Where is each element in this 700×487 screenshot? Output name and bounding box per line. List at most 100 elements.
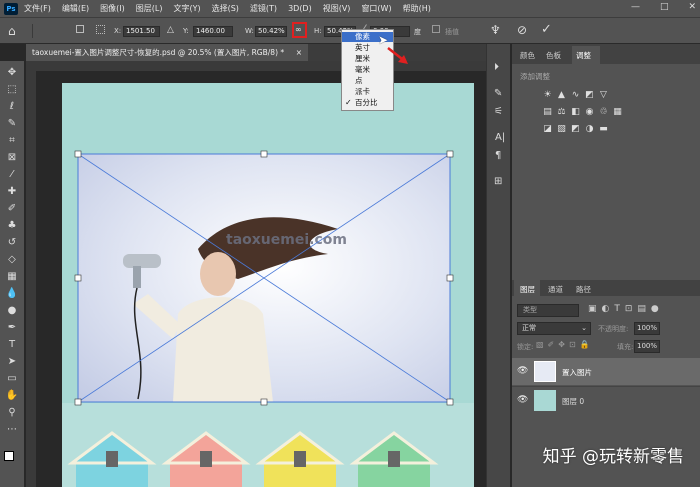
interpolation-label: 插值 <box>445 28 459 36</box>
levels-icon[interactable]: ▲ <box>556 90 567 100</box>
visibility-eye-icon[interactable]: 👁 <box>517 366 528 376</box>
red-arrow-annotation <box>387 47 408 64</box>
paragraph-panel-icon[interactable]: ¶ <box>495 150 501 161</box>
transform-bounding-box[interactable] <box>62 83 474 487</box>
tab-adjustments[interactable]: 调整 <box>576 50 591 61</box>
y-input[interactable]: 1460.00 <box>193 26 233 37</box>
pen-tool-icon[interactable]: ✒ <box>5 321 19 335</box>
color-balance-icon[interactable]: ⚖ <box>556 107 567 117</box>
photo-filter-icon[interactable]: ◉ <box>584 107 595 117</box>
tab-paths[interactable]: 路径 <box>576 284 591 295</box>
x-label: X: <box>114 27 122 35</box>
menu-select[interactable]: 选择(S) <box>212 3 239 14</box>
tab-swatches[interactable]: 色板 <box>546 50 561 61</box>
document-tab[interactable]: taoxuemei-置入图片调整尺寸-恢复的.psd @ 20.5% (置入图片… <box>26 44 308 61</box>
path-select-icon[interactable]: ➤ <box>5 355 19 369</box>
more-tools-icon[interactable]: ⋯ <box>5 423 19 437</box>
character-panel-icon[interactable]: A| <box>495 132 505 143</box>
type-tool-icon[interactable]: T <box>5 338 19 352</box>
maximize-button[interactable]: □ <box>660 2 669 12</box>
glyphs-panel-icon[interactable]: ⊞ <box>494 176 502 187</box>
menu-type[interactable]: 文字(Y) <box>173 3 200 14</box>
hand-tool-icon[interactable]: ✋ <box>5 389 19 403</box>
eyedropper-icon[interactable]: ⁄ <box>5 168 19 182</box>
layer-kind-filter[interactable]: 类型 <box>517 304 579 317</box>
home-icon[interactable]: ⌂ <box>8 24 16 38</box>
reference-grid-icon[interactable] <box>96 25 105 34</box>
visibility-eye-icon[interactable]: 👁 <box>517 395 528 405</box>
foreground-color-swatch[interactable] <box>4 451 14 461</box>
tab-layers[interactable]: 图层 <box>520 284 535 295</box>
brush-panel-icon[interactable]: ✎ <box>494 88 502 99</box>
healing-brush-icon[interactable]: ✚ <box>5 185 19 199</box>
move-tool-icon[interactable]: ✥ <box>5 66 19 80</box>
document-canvas[interactable]: taoxuemei.com <box>62 83 474 487</box>
blur-icon[interactable]: 💧 <box>5 287 19 301</box>
crop-tool-icon[interactable]: ⌗ <box>5 134 19 148</box>
reference-point-icon[interactable] <box>76 25 84 33</box>
tab-color[interactable]: 颜色 <box>520 50 535 61</box>
posterize-icon[interactable]: ▧ <box>556 124 567 134</box>
menu-edit[interactable]: 编辑(E) <box>62 3 89 14</box>
lock-icons[interactable]: ▧✐✥⊡🔒 <box>536 340 594 349</box>
menu-view[interactable]: 视图(V) <box>323 3 351 14</box>
menu-window[interactable]: 窗口(W) <box>361 3 391 14</box>
layer-row-placed[interactable]: 👁 置入图片 <box>512 358 700 385</box>
curves-icon[interactable]: ∿ <box>570 90 581 100</box>
menu-image[interactable]: 图像(I) <box>100 3 125 14</box>
warp-icon[interactable]: ♆ <box>490 23 501 37</box>
color-lookup-icon[interactable]: ▦ <box>612 107 623 117</box>
menu-layer[interactable]: 图层(L) <box>136 3 163 14</box>
hue-saturation-icon[interactable]: ▤ <box>542 107 553 117</box>
w-input[interactable]: 50.42% <box>255 26 287 37</box>
fill-input[interactable]: 100% <box>634 340 660 353</box>
fill-label: 填充: <box>617 343 634 351</box>
layer-name-background: 图层 0 <box>562 397 585 406</box>
threshold-icon[interactable]: ◩ <box>570 124 581 134</box>
quick-select-icon[interactable]: ✎ <box>5 117 19 131</box>
vibrance-icon[interactable]: ▽ <box>598 90 609 100</box>
zhihu-watermark: 知乎 @玩转新零售 <box>542 447 684 467</box>
close-tab-icon[interactable]: × <box>296 44 302 61</box>
unit-option-points[interactable]: 点 <box>342 76 393 86</box>
exposure-icon[interactable]: ◩ <box>584 90 595 100</box>
zoom-tool-icon[interactable]: ⚲ <box>5 406 19 420</box>
gradient-map-icon[interactable]: ▬ <box>598 124 609 134</box>
checkmark-icon: ✓ <box>345 98 352 107</box>
blend-mode-value: 正常 <box>522 324 536 332</box>
brightness-icon[interactable]: ☀ <box>542 90 553 100</box>
cancel-transform-icon[interactable]: ⊘ <box>517 23 527 37</box>
menu-file[interactable]: 文件(F) <box>24 3 51 14</box>
channel-mixer-icon[interactable]: ♲ <box>598 107 609 117</box>
commit-transform-icon[interactable]: ✓ <box>541 22 552 37</box>
properties-panel-icon[interactable]: ⚟ <box>494 106 503 117</box>
minimize-button[interactable]: — <box>631 2 640 12</box>
menu-help[interactable]: 帮助(H) <box>403 3 431 14</box>
history-panel-icon[interactable]: ⏵ <box>494 62 499 73</box>
unit-option-picas[interactable]: 派卡 <box>342 87 393 97</box>
menu-3d[interactable]: 3D(D) <box>288 4 312 13</box>
frame-tool-icon[interactable]: ⊠ <box>5 151 19 165</box>
link-icon[interactable]: ∞ <box>295 25 302 34</box>
history-brush-icon[interactable]: ↺ <box>5 236 19 250</box>
black-white-icon[interactable]: ◧ <box>570 107 581 117</box>
x-input[interactable]: 1501.50 <box>123 26 160 37</box>
close-window-button[interactable]: ✕ <box>688 2 696 12</box>
filter-icons[interactable]: ▣◐T⊡▤● <box>588 304 664 314</box>
lasso-tool-icon[interactable]: ℓ <box>5 100 19 114</box>
menu-filter[interactable]: 滤镜(T) <box>250 3 277 14</box>
blend-mode-select[interactable]: 正常 ⌄ <box>517 322 591 335</box>
gradient-icon[interactable]: ▦ <box>5 270 19 284</box>
dodge-icon[interactable]: ● <box>5 304 19 318</box>
selective-color-icon[interactable]: ◑ <box>584 124 595 134</box>
brush-tool-icon[interactable]: ✐ <box>5 202 19 216</box>
clone-stamp-icon[interactable]: ♣ <box>5 219 19 233</box>
invert-icon[interactable]: ◪ <box>542 124 553 134</box>
eraser-icon[interactable]: ◇ <box>5 253 19 267</box>
rectangle-tool-icon[interactable]: ▭ <box>5 372 19 386</box>
tab-channels[interactable]: 通道 <box>548 284 563 295</box>
opacity-input[interactable]: 100% <box>634 322 660 335</box>
interpolation-icon[interactable] <box>432 25 440 33</box>
layer-row-background[interactable]: 👁 图层 0 <box>512 386 700 413</box>
marquee-tool-icon[interactable]: ⬚ <box>5 83 19 97</box>
